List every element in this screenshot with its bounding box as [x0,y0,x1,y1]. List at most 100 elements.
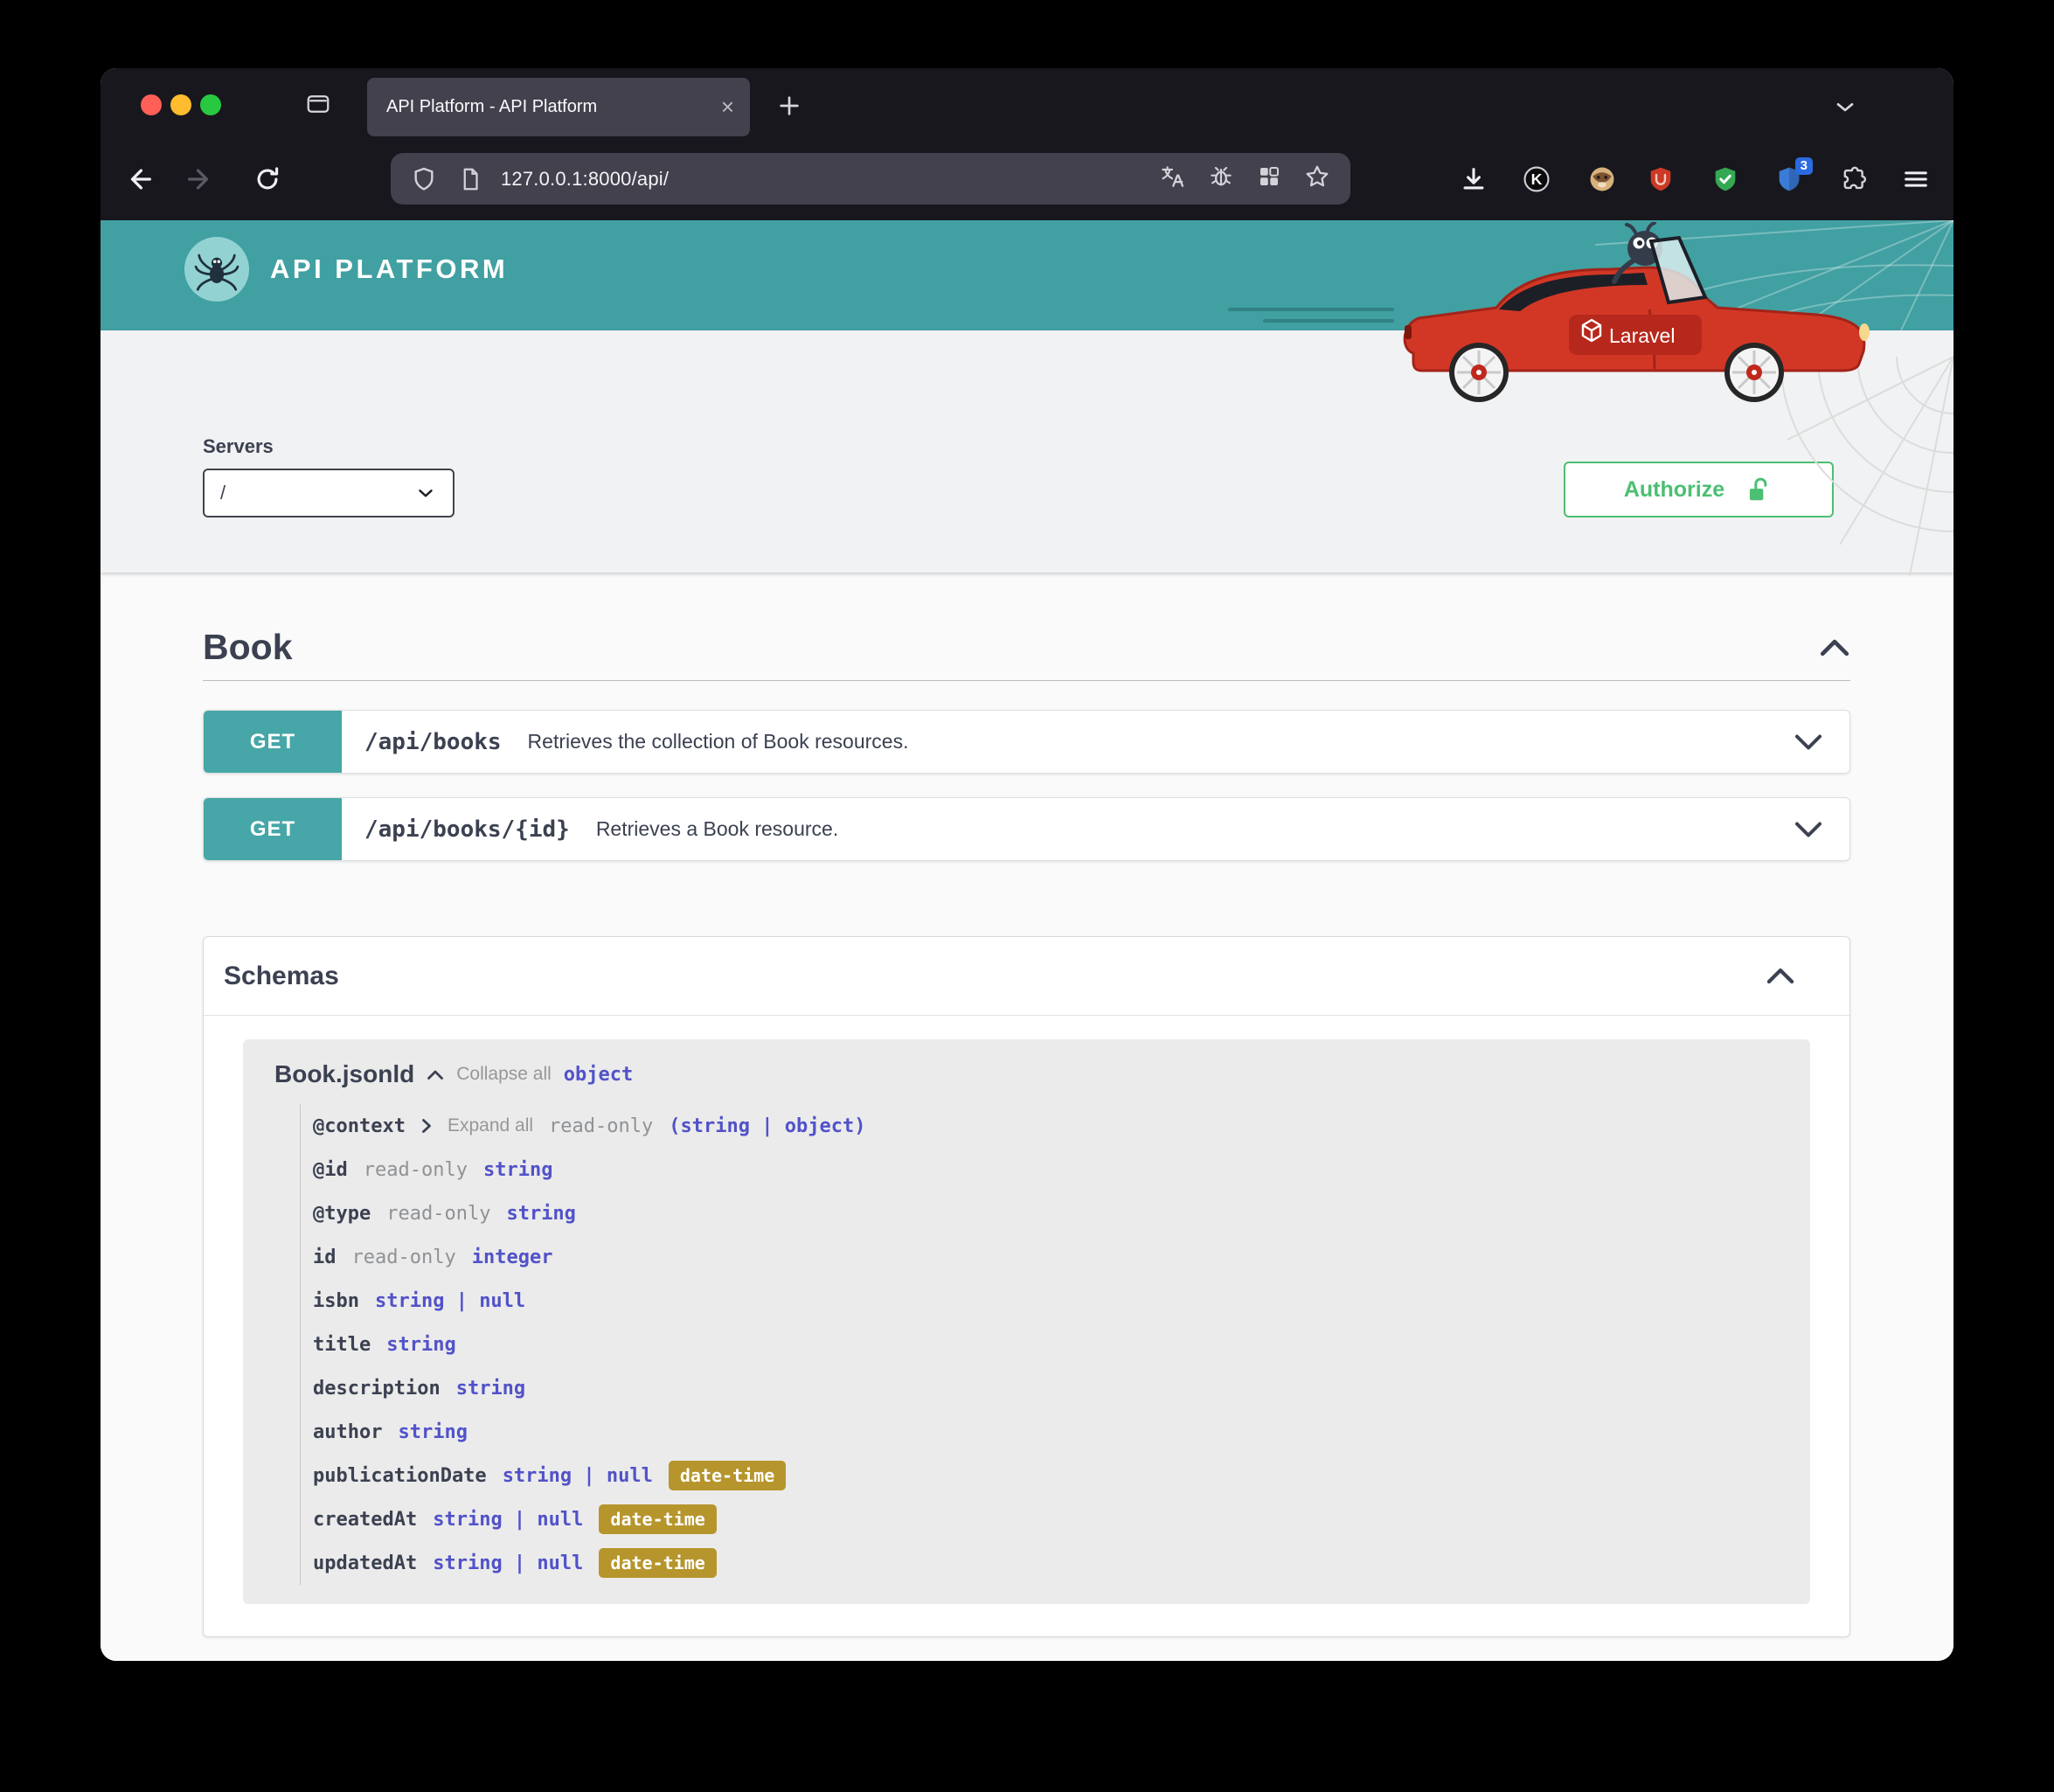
opblock-get-books[interactable]: GET /api/books Retrieves the collection … [203,710,1850,774]
property-format-badge: date-time [599,1548,717,1578]
downloads-icon[interactable] [1459,164,1488,194]
property-type: string | null [502,1464,653,1487]
close-window-button[interactable] [141,94,162,115]
tab-close-icon[interactable]: × [705,94,750,121]
property-type: string [506,1202,576,1225]
tag-title: Book [203,627,293,667]
property-row: description string [313,1366,1779,1410]
ublock-extension-icon[interactable] [1646,164,1676,194]
property-row: publicationDate string | null date-time [313,1454,1779,1497]
extension-badge-count: 3 [1794,157,1813,175]
schemas-header[interactable]: Schemas [204,937,1849,1016]
property-name: description [313,1377,441,1400]
green-shield-extension-icon[interactable] [1711,164,1740,194]
select-chevron-icon [419,490,433,497]
url-bar[interactable]: 127.0.0.1:8000/api/ [391,153,1350,205]
property-name: @id [313,1158,348,1181]
browser-window: API Platform - API Platform × 127.0.0.1:… [101,68,1953,1661]
book-tag-section-header[interactable]: Book [203,627,1850,668]
expand-operation-chevron-icon[interactable] [1794,820,1823,839]
new-tab-button[interactable] [775,92,803,124]
page-info-icon[interactable] [457,166,483,192]
expand-property-chevron-icon[interactable] [421,1118,432,1134]
browser-tab[interactable]: API Platform - API Platform × [367,78,750,136]
tab-strip: API Platform - API Platform × [101,68,1953,137]
model-name[interactable]: Book.jsonld [274,1060,414,1088]
property-name: @context [313,1115,406,1137]
property-type: string | null [433,1552,584,1574]
model-box-book-jsonld: Book.jsonld Collapse all object @context [243,1039,1810,1604]
opblock-get-book-by-id[interactable]: GET /api/books/{id} Retrieves a Book res… [203,797,1850,861]
minimize-window-button[interactable] [170,94,191,115]
expand-operation-chevron-icon[interactable] [1794,733,1823,752]
rear-wheel [1449,343,1509,402]
url-text[interactable]: 127.0.0.1:8000/api/ [501,168,1158,191]
model-type: object [563,1063,634,1086]
badger-extension-icon[interactable] [1587,164,1617,194]
back-button[interactable] [125,164,155,194]
schemas-title: Schemas [224,961,339,990]
containers-grid-icon[interactable] [1256,163,1282,194]
menu-hamburger-icon[interactable] [1901,164,1931,194]
maximize-window-button[interactable] [200,94,221,115]
operation-path: /api/books/{id} [364,816,570,843]
property-row: @id read-only string [313,1148,1779,1191]
api-platform-page: API PLATFORM Servers / Authorize Laravel… [101,220,1953,1661]
property-name: createdAt [313,1508,418,1531]
schemas-section: Schemas Book.jsonld Collapse all object [203,936,1850,1637]
property-name: @type [313,1202,371,1225]
collapse-section-chevron-icon[interactable] [1819,638,1850,657]
property-readonly: read-only [549,1115,654,1137]
property-name: updatedAt [313,1552,418,1574]
reload-button[interactable] [253,164,282,194]
collapse-all-button[interactable]: Collapse all [456,1064,552,1085]
property-type: string | null [433,1508,584,1531]
kagi-extension-icon[interactable]: K [1522,164,1551,194]
translate-icon[interactable] [1158,163,1186,195]
speed-line [1263,319,1394,323]
property-type: string [398,1420,468,1443]
bug-debug-icon[interactable] [1207,163,1235,195]
bookmark-star-icon[interactable] [1303,163,1331,195]
tab-list-chevron-icon[interactable] [1831,93,1859,125]
browser-toolbar: 127.0.0.1:8000/api/ K 3 [101,137,1953,220]
property-type: (string | object) [669,1115,866,1137]
property-format-badge: date-time [599,1504,717,1534]
property-format-badge: date-time [668,1461,787,1490]
property-row: author string [313,1410,1779,1454]
property-readonly: read-only [351,1246,456,1268]
svg-text:Laravel: Laravel [1609,324,1675,347]
property-row: @type read-only string [313,1191,1779,1235]
api-platform-spider-logo [184,237,249,302]
property-readonly: read-only [386,1202,491,1225]
speed-line [1228,308,1394,311]
svg-text:K: K [1531,170,1543,188]
property-type: integer [471,1246,553,1268]
authorize-button[interactable]: Authorize [1564,462,1834,517]
property-type: string | null [374,1289,526,1312]
property-row-context: @context Expand all read-only (string | … [313,1104,1779,1148]
forward-button[interactable] [184,164,214,194]
property-name: publicationDate [313,1464,487,1487]
method-badge: GET [204,711,342,773]
blue-shield-extension-icon[interactable]: 3 [1774,157,1813,194]
expand-all-button[interactable]: Expand all [448,1115,533,1136]
method-badge: GET [204,798,342,860]
property-row: createdAt string | null date-time [313,1497,1779,1541]
operation-description: Retrieves the collection of Book resourc… [527,730,909,753]
laravel-door-badge: Laravel [1569,315,1702,355]
property-row: updatedAt string | null date-time [313,1541,1779,1585]
property-name: title [313,1333,371,1356]
collapse-schemas-chevron-icon[interactable] [1766,967,1795,985]
property-type: string [482,1158,553,1181]
extensions-puzzle-icon[interactable] [1838,164,1868,194]
server-select[interactable]: / [203,469,455,517]
front-wheel [1724,343,1784,402]
firefox-view-icon[interactable] [305,91,331,122]
property-row: title string [313,1323,1779,1366]
tracking-protection-shield-icon[interactable] [410,165,438,193]
property-name: isbn [313,1289,359,1312]
collapse-model-chevron-icon[interactable] [427,1069,444,1080]
section-divider [203,680,1850,681]
property-row: isbn string | null [313,1279,1779,1323]
